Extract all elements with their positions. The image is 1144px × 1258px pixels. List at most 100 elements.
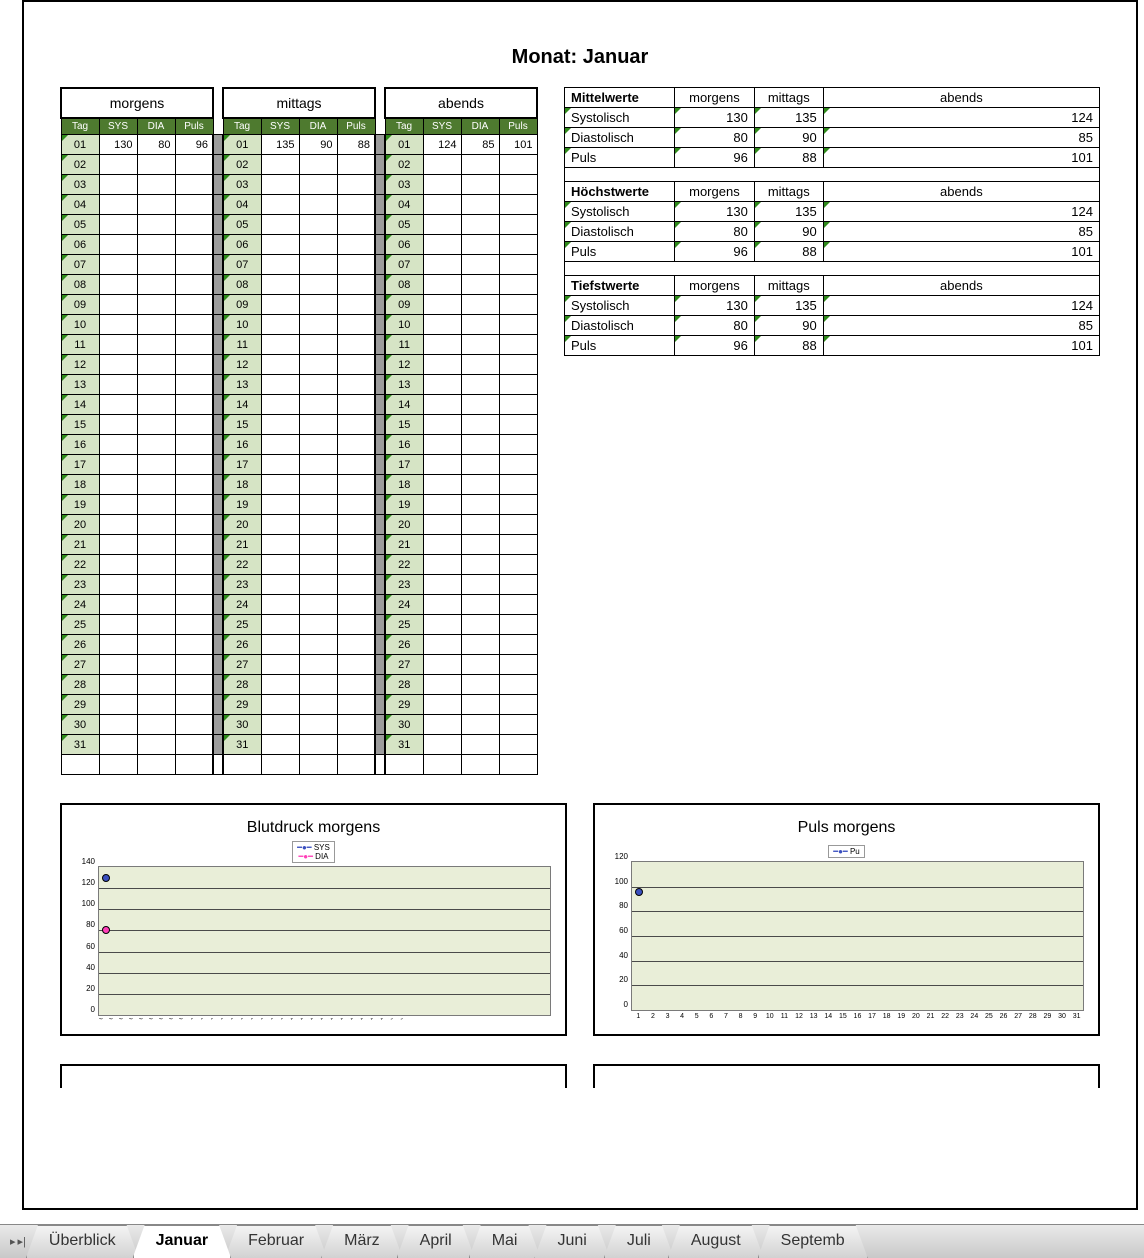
morgens-dia-cell[interactable] [137, 315, 175, 335]
morgens-dia-cell[interactable] [137, 335, 175, 355]
mittags-sys-cell[interactable] [261, 695, 299, 715]
abends-puls-cell[interactable] [499, 275, 537, 295]
day-cell[interactable]: 04 [223, 195, 261, 215]
mittags-puls-cell[interactable]: 88 [337, 135, 375, 155]
mittags-dia-cell[interactable]: 90 [299, 135, 337, 155]
abends-dia-cell[interactable] [461, 455, 499, 475]
morgens-puls-cell[interactable] [175, 515, 213, 535]
mittags-puls-cell[interactable] [337, 315, 375, 335]
morgens-dia-cell[interactable] [137, 415, 175, 435]
mittags-dia-cell[interactable] [299, 215, 337, 235]
sheet-tab-mai[interactable]: Mai [469, 1225, 541, 1258]
mittags-dia-cell[interactable] [299, 515, 337, 535]
morgens-puls-cell[interactable] [175, 315, 213, 335]
morgens-sys-cell[interactable] [99, 675, 137, 695]
day-cell[interactable]: 13 [61, 375, 99, 395]
mittags-sys-cell[interactable] [261, 735, 299, 755]
abends-puls-cell[interactable] [499, 455, 537, 475]
morgens-puls-cell[interactable] [175, 455, 213, 475]
day-cell[interactable]: 24 [385, 595, 423, 615]
abends-dia-cell[interactable] [461, 435, 499, 455]
mittags-sys-cell[interactable]: 135 [261, 135, 299, 155]
day-cell[interactable]: 11 [61, 335, 99, 355]
mittags-sys-cell[interactable] [261, 615, 299, 635]
mittags-puls-cell[interactable] [337, 535, 375, 555]
morgens-sys-cell[interactable] [99, 255, 137, 275]
abends-sys-cell[interactable] [423, 315, 461, 335]
day-cell[interactable]: 20 [385, 515, 423, 535]
abends-puls-cell[interactable] [499, 575, 537, 595]
day-cell[interactable]: 07 [223, 255, 261, 275]
abends-sys-cell[interactable] [423, 695, 461, 715]
abends-dia-cell[interactable] [461, 595, 499, 615]
abends-sys-cell[interactable] [423, 555, 461, 575]
day-cell[interactable]: 09 [223, 295, 261, 315]
day-cell[interactable]: 10 [223, 315, 261, 335]
day-cell[interactable]: 18 [61, 475, 99, 495]
day-cell[interactable]: 15 [61, 415, 99, 435]
abends-sys-cell[interactable] [423, 195, 461, 215]
morgens-puls-cell[interactable] [175, 395, 213, 415]
abends-sys-cell[interactable] [423, 515, 461, 535]
morgens-dia-cell[interactable] [137, 275, 175, 295]
mittags-dia-cell[interactable] [299, 615, 337, 635]
morgens-puls-cell[interactable] [175, 215, 213, 235]
day-cell[interactable]: 17 [61, 455, 99, 475]
abends-sys-cell[interactable] [423, 355, 461, 375]
mittags-sys-cell[interactable] [261, 595, 299, 615]
abends-puls-cell[interactable] [499, 395, 537, 415]
morgens-dia-cell[interactable] [137, 615, 175, 635]
abends-dia-cell[interactable] [461, 335, 499, 355]
morgens-puls-cell[interactable] [175, 495, 213, 515]
abends-puls-cell[interactable] [499, 175, 537, 195]
mittags-sys-cell[interactable] [261, 355, 299, 375]
mittags-puls-cell[interactable] [337, 575, 375, 595]
mittags-puls-cell[interactable] [337, 515, 375, 535]
sheet-tab-überblick[interactable]: Überblick [26, 1225, 139, 1258]
mittags-sys-cell[interactable] [261, 435, 299, 455]
mittags-puls-cell[interactable] [337, 615, 375, 635]
mittags-sys-cell[interactable] [261, 635, 299, 655]
abends-dia-cell[interactable] [461, 195, 499, 215]
abends-dia-cell[interactable] [461, 375, 499, 395]
mittags-dia-cell[interactable] [299, 195, 337, 215]
morgens-puls-cell[interactable] [175, 435, 213, 455]
morgens-dia-cell[interactable] [137, 195, 175, 215]
abends-sys-cell[interactable] [423, 655, 461, 675]
mittags-dia-cell[interactable] [299, 635, 337, 655]
day-cell[interactable]: 02 [223, 155, 261, 175]
day-cell[interactable]: 31 [385, 735, 423, 755]
morgens-dia-cell[interactable] [137, 495, 175, 515]
mittags-dia-cell[interactable] [299, 735, 337, 755]
morgens-puls-cell[interactable] [175, 155, 213, 175]
morgens-dia-cell[interactable] [137, 575, 175, 595]
mittags-sys-cell[interactable] [261, 455, 299, 475]
morgens-sys-cell[interactable] [99, 215, 137, 235]
mittags-puls-cell[interactable] [337, 175, 375, 195]
day-cell[interactable]: 09 [61, 295, 99, 315]
day-cell[interactable]: 05 [223, 215, 261, 235]
morgens-dia-cell[interactable] [137, 475, 175, 495]
day-cell[interactable]: 02 [61, 155, 99, 175]
mittags-puls-cell[interactable] [337, 475, 375, 495]
day-cell[interactable]: 26 [223, 635, 261, 655]
day-cell[interactable]: 24 [223, 595, 261, 615]
morgens-sys-cell[interactable] [99, 455, 137, 475]
day-cell[interactable]: 22 [385, 555, 423, 575]
abends-dia-cell[interactable] [461, 635, 499, 655]
morgens-puls-cell[interactable] [175, 735, 213, 755]
mittags-puls-cell[interactable] [337, 275, 375, 295]
sheet-tab-septemb[interactable]: Septemb [758, 1225, 868, 1258]
mittags-dia-cell[interactable] [299, 495, 337, 515]
abends-dia-cell[interactable] [461, 515, 499, 535]
mittags-dia-cell[interactable] [299, 355, 337, 375]
morgens-sys-cell[interactable] [99, 295, 137, 315]
mittags-dia-cell[interactable] [299, 595, 337, 615]
morgens-sys-cell[interactable] [99, 655, 137, 675]
abends-sys-cell[interactable] [423, 675, 461, 695]
morgens-puls-cell[interactable] [175, 595, 213, 615]
day-cell[interactable]: 24 [61, 595, 99, 615]
mittags-sys-cell[interactable] [261, 235, 299, 255]
morgens-dia-cell[interactable] [137, 515, 175, 535]
morgens-dia-cell[interactable] [137, 255, 175, 275]
